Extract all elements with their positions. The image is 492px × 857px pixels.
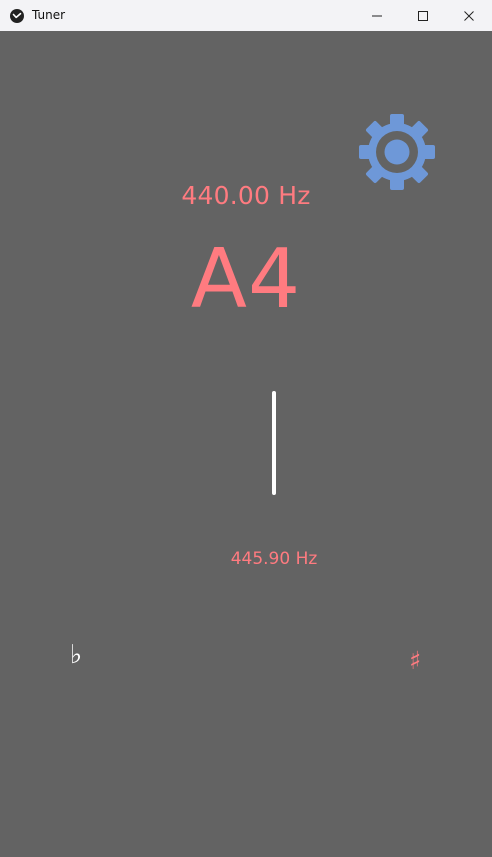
tuner-window: Tuner 440.00 Hz A4 445.90 Hz ♭ ♯ xyxy=(0,0,492,857)
minimize-button[interactable] xyxy=(354,0,400,31)
gear-icon xyxy=(359,114,435,190)
window-title: Tuner xyxy=(32,8,66,22)
app-icon xyxy=(10,9,24,23)
target-frequency: 440.00 Hz xyxy=(181,181,311,210)
maximize-icon xyxy=(418,10,428,21)
title-bar: Tuner xyxy=(0,0,492,31)
tuning-needle xyxy=(272,391,276,495)
sharp-button[interactable]: ♯ xyxy=(405,644,425,678)
settings-button[interactable] xyxy=(357,112,437,192)
minimize-icon xyxy=(372,15,382,16)
flat-button[interactable]: ♭ xyxy=(66,638,86,672)
close-icon xyxy=(464,10,474,21)
detected-frequency: 445.90 Hz xyxy=(230,549,318,569)
close-button[interactable] xyxy=(446,0,492,31)
maximize-button[interactable] xyxy=(400,0,446,31)
note-name: A4 xyxy=(190,232,302,327)
